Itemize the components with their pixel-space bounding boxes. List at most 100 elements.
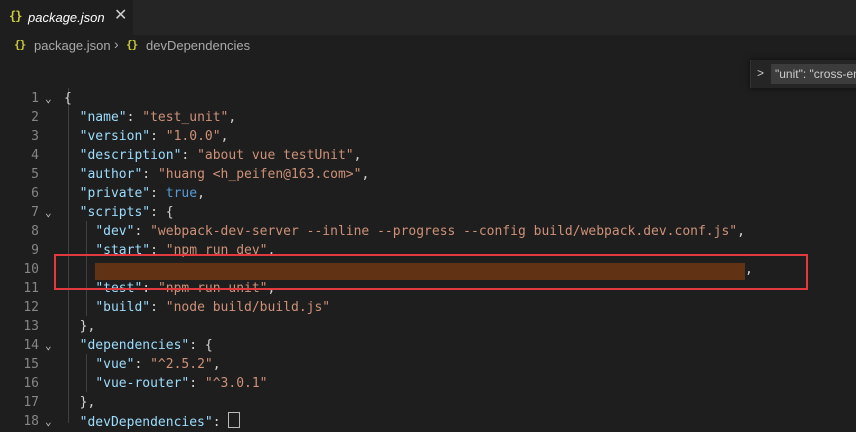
code-text: "scripts": { — [80, 203, 174, 222]
json-file-icon: {} — [9, 9, 22, 23]
punctuation: : — [134, 357, 151, 372]
punctuation: , — [220, 129, 229, 144]
punctuation: : — [150, 186, 166, 201]
json-key: "dependencies" — [79, 338, 190, 353]
code-line[interactable]: 5 "author": "huang <h_peifen@163.com>", — [0, 165, 856, 184]
code-line[interactable]: 13}, — [0, 317, 856, 336]
json-key: "scripts" — [79, 205, 151, 220]
code-line[interactable]: 17}, — [0, 393, 856, 412]
code-line[interactable]: 8 "dev": "webpack-dev-server --inline --p… — [0, 222, 856, 241]
code-line[interactable]: 7 ⌄ "scripts": { — [0, 203, 856, 222]
line-number: 5 — [31, 167, 39, 182]
line-number: 16 — [23, 376, 39, 391]
code-line[interactable]: 2 "name": "test_unit", — [0, 108, 856, 127]
find-input[interactable]: "unit": "cross-env BABEL_ENV=test karma … — [771, 64, 856, 84]
code-text: "vue-router": "^3.0.1" — [95, 374, 267, 393]
json-key: "private" — [79, 186, 151, 201]
json-key: "description" — [79, 148, 182, 163]
punctuation: : — [189, 376, 205, 391]
punctuation: , — [361, 167, 370, 182]
json-value: true — [165, 186, 198, 201]
line-number: 7 — [31, 205, 39, 220]
code-line[interactable]: 12 "build": "node build/build.js" — [0, 298, 856, 317]
code-line[interactable]: 6 "private": true, — [0, 184, 856, 203]
line-number: 14 — [23, 338, 39, 353]
code-text: "description": "about vue testUnit", — [80, 146, 362, 165]
fold-chevron-icon[interactable]: ⌄ — [45, 412, 52, 431]
json-key: "author" — [79, 167, 143, 182]
code-line[interactable]: 18 ⌄ "devDependencies": — [0, 412, 856, 431]
punctuation: }, — [79, 395, 96, 410]
punctuation: { — [165, 205, 174, 220]
breadcrumb: {} package.json › {} devDependencies — [0, 35, 856, 57]
code-text: "version": "1.0.0", — [80, 127, 229, 146]
code-line[interactable]: 14 ⌄ "dependencies": { — [0, 336, 856, 355]
json-key: "build" — [95, 300, 151, 315]
code-text: "private": true, — [80, 184, 205, 203]
code-text: "build": "node build/build.js" — [95, 298, 330, 317]
breadcrumb-file[interactable]: package.json — [34, 38, 111, 53]
code-text: "devDependencies": — [80, 412, 241, 432]
find-widget: > "unit": "cross-env BABEL_ENV=test karm… — [750, 60, 856, 88]
line-number: 2 — [31, 110, 39, 125]
code-line[interactable]: 16 "vue-router": "^3.0.1" — [0, 374, 856, 393]
code-text: "vue": "^2.5.2", — [95, 355, 220, 374]
close-icon[interactable]: ✕ — [114, 7, 127, 25]
punctuation: , — [737, 224, 745, 239]
punctuation: : — [150, 205, 166, 220]
code-text: "dev": "webpack-dev-server --inline --pr… — [95, 222, 745, 241]
json-key: "name" — [79, 110, 127, 125]
line-number: 1 — [31, 91, 39, 106]
tab-bar: {} package.json ✕ — [0, 0, 856, 35]
breadcrumb-node[interactable]: devDependencies — [146, 38, 250, 53]
json-value: "webpack-dev-server --inline --progress … — [150, 224, 738, 239]
json-key: "vue-router" — [95, 376, 190, 391]
json-value: "^3.0.1" — [204, 376, 268, 391]
punctuation: : — [150, 129, 166, 144]
line-number: 4 — [31, 148, 39, 163]
code-text: "dependencies": { — [80, 336, 213, 355]
line-number: 18 — [23, 414, 39, 429]
punctuation: , — [197, 186, 205, 201]
code-line[interactable]: 4 "description": "about vue testUnit", — [0, 146, 856, 165]
json-key: "version" — [79, 129, 151, 144]
code-text: "author": "huang <h_peifen@163.com>", — [80, 165, 370, 184]
punctuation: }, — [79, 319, 96, 334]
fold-chevron-icon[interactable]: ⌄ — [45, 203, 52, 222]
chevron-right-icon[interactable]: > — [757, 66, 764, 80]
json-key: "vue" — [95, 357, 135, 372]
punctuation: , — [212, 357, 221, 372]
line-number: 3 — [31, 129, 39, 144]
code-line[interactable]: 15 "vue": "^2.5.2", — [0, 355, 856, 374]
line-number: 6 — [31, 186, 39, 201]
punctuation: , — [228, 110, 237, 125]
fold-chevron-icon[interactable]: ⌄ — [45, 336, 52, 355]
line-number: 12 — [23, 300, 39, 315]
annotation-box — [54, 254, 808, 290]
line-number: 10 — [23, 262, 39, 277]
json-value: "^2.5.2" — [150, 357, 213, 372]
code-line[interactable]: 3 "version": "1.0.0", — [0, 127, 856, 146]
line-number: 13 — [23, 319, 39, 334]
json-value: "test_unit" — [142, 110, 229, 125]
code-line[interactable]: 1 ⌄ { — [0, 89, 856, 108]
fold-chevron-icon[interactable]: ⌄ — [45, 89, 52, 108]
punctuation: : — [181, 148, 198, 163]
line-number: 9 — [31, 243, 39, 258]
json-value: "about vue testUnit" — [197, 148, 354, 163]
punctuation: : — [150, 300, 166, 315]
line-number: 17 — [23, 395, 39, 410]
punctuation: : — [126, 110, 143, 125]
punctuation: { — [64, 91, 72, 106]
code-text: }, — [80, 393, 96, 412]
json-key: "dev" — [95, 224, 135, 239]
code-text: { — [64, 89, 72, 108]
punctuation: , — [353, 148, 362, 163]
json-value: "huang <h_peifen@163.com>" — [157, 167, 362, 182]
punctuation: : — [189, 338, 205, 353]
object-icon: {} — [126, 38, 138, 51]
chevron-right-icon: › — [114, 36, 119, 52]
tab-package-json[interactable]: {} package.json ✕ — [0, 0, 133, 35]
code-text: "name": "test_unit", — [80, 108, 237, 127]
punctuation: : — [134, 224, 151, 239]
